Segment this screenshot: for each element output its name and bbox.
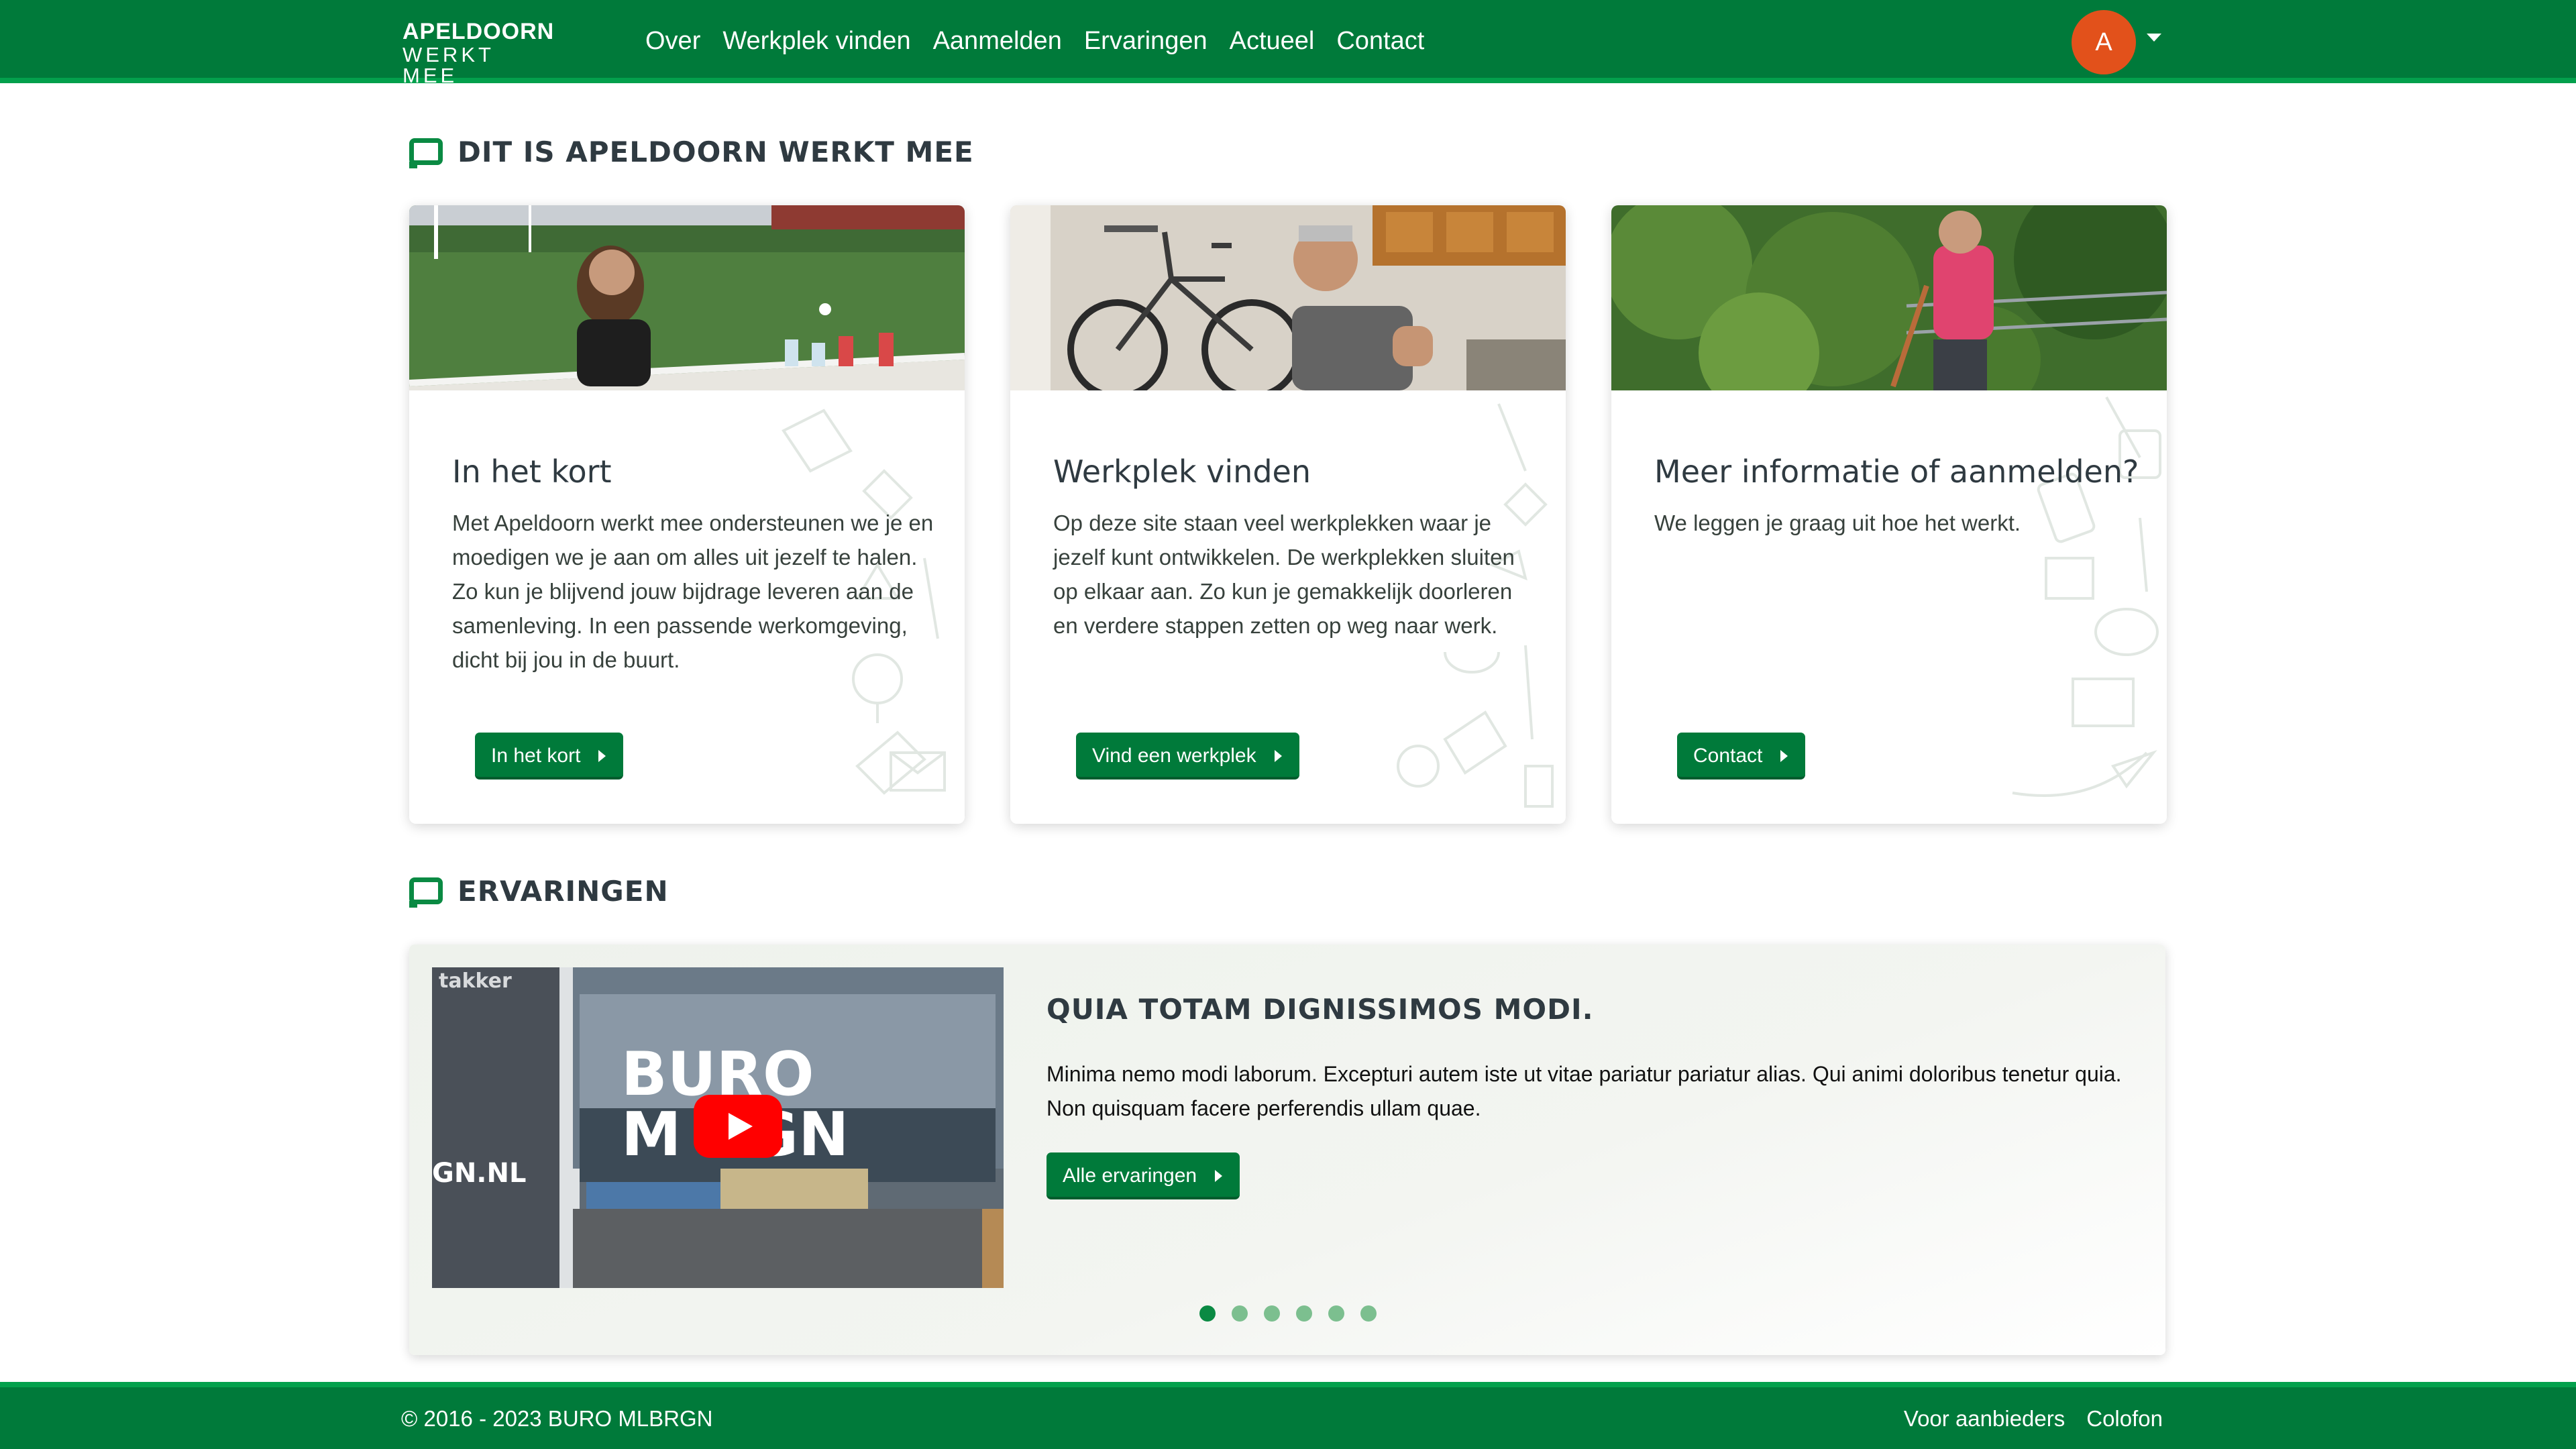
carousel-dot[interactable] (1296, 1305, 1312, 1322)
video-sign-top: takker (439, 969, 512, 993)
card-title: Werkplek vinden (1053, 453, 1311, 490)
section-title: DIT IS APELDOORN WERKT MEE (458, 135, 974, 168)
nav-aanmelden[interactable]: Aanmelden (933, 27, 1062, 56)
card-title: Meer informatie of aanmelden? (1654, 453, 2139, 490)
nav-ervaringen[interactable]: Ervaringen (1084, 27, 1208, 56)
logo-line-1: APELDOORN (402, 19, 555, 44)
site-logo[interactable]: APELDOORN WERKT MEE (402, 19, 557, 86)
video-sign-url: GN.NL (432, 1158, 526, 1189)
footer: © 2016 - 2023 BURO MLBRGN Voor aanbieder… (0, 1382, 2576, 1449)
section-title: ERVARINGEN (458, 874, 669, 908)
in-het-kort-button[interactable]: In het kort (475, 733, 624, 780)
main-nav: Over Werkplek vinden Aanmelden Ervaringe… (645, 24, 1424, 58)
card-photo-garden (1611, 205, 2167, 390)
vind-een-werkplek-button[interactable]: Vind een werkplek (1076, 733, 1299, 780)
card-title: In het kort (452, 453, 612, 490)
alle-ervaringen-button[interactable]: Alle ervaringen (1046, 1152, 1240, 1199)
carousel-dots (1199, 1305, 1377, 1322)
card-in-het-kort: In het kort Met Apeldoorn werkt mee onde… (409, 205, 965, 824)
slide-title: QUIA TOTAM DIGNISSIMOS MODI. (1046, 993, 1594, 1026)
nav-contact[interactable]: Contact (1336, 27, 1424, 56)
copyright-text: © 2016 - 2023 BURO MLBRGN (401, 1406, 713, 1431)
section-heading-ervaringen: ERVARINGEN (409, 872, 669, 910)
card-werkplek-vinden: Werkplek vinden Op deze site staan veel … (1010, 205, 1566, 824)
contact-button[interactable]: Contact (1677, 733, 1806, 780)
nav-werkplek-vinden[interactable]: Werkplek vinden (722, 27, 910, 56)
footer-link-colofon[interactable]: Colofon (2086, 1406, 2163, 1432)
section-heading-intro: DIT IS APELDOORN WERKT MEE (409, 133, 974, 170)
carousel-dot[interactable] (1199, 1305, 1216, 1322)
chevron-down-icon[interactable] (2147, 34, 2161, 42)
speech-bubble-icon (409, 877, 443, 908)
experiences-carousel: takker BURO M RGN GN.NL QUIA TOTAM DIGNI… (409, 945, 2165, 1355)
logo-line-2: WERKT MEE (402, 43, 494, 87)
speech-bubble-icon (409, 138, 443, 168)
card-photo-football-field (409, 205, 965, 390)
card-photo-bike-workshop (1010, 205, 1566, 390)
slide-text: Minima nemo modi laborum. Excepturi aute… (1046, 1062, 2122, 1120)
video-player[interactable]: takker BURO M RGN GN.NL (432, 967, 1004, 1288)
card-text: Op deze site staan veel werkplekken waar… (1053, 511, 1515, 638)
carousel-dot[interactable] (1360, 1305, 1377, 1322)
carousel-dot[interactable] (1264, 1305, 1280, 1322)
carousel-dot[interactable] (1328, 1305, 1344, 1322)
play-icon[interactable] (694, 1095, 782, 1158)
carousel-dot[interactable] (1232, 1305, 1248, 1322)
nav-over[interactable]: Over (645, 27, 700, 56)
card-text: Met Apeldoorn werkt mee ondersteunen we … (452, 511, 934, 672)
footer-link-voor-aanbieders[interactable]: Voor aanbieders (1904, 1406, 2065, 1432)
card-meer-informatie: Meer informatie of aanmelden? We leggen … (1611, 205, 2167, 824)
top-navbar: APELDOORN WERKT MEE Over Werkplek vinden… (0, 0, 2576, 86)
user-avatar[interactable]: A (2072, 10, 2136, 74)
nav-actueel[interactable]: Actueel (1230, 27, 1315, 56)
card-text: We leggen je graag uit hoe het werkt. (1654, 511, 2021, 535)
footer-links: Voor aanbieders Colofon (1904, 1406, 2163, 1432)
